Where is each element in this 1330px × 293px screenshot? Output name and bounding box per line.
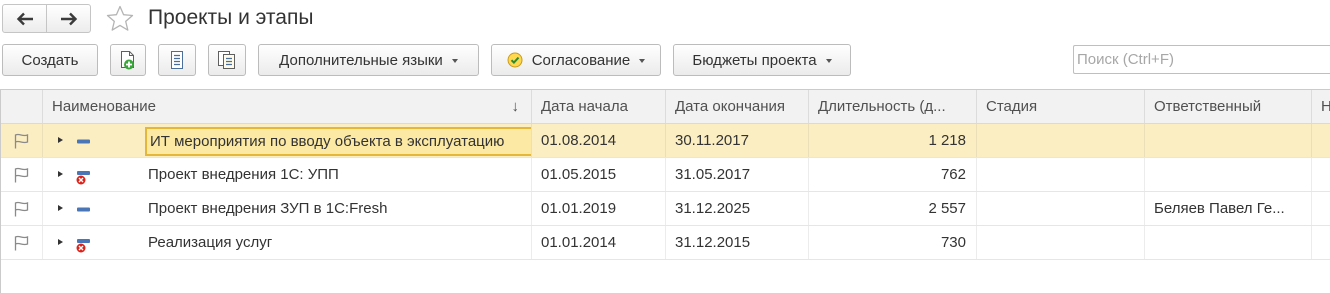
duration-cell[interactable]: 1 218 bbox=[809, 124, 977, 157]
add-group-button[interactable] bbox=[110, 44, 146, 76]
flag-cell[interactable] bbox=[1, 158, 43, 191]
arrow-right-icon bbox=[60, 12, 77, 25]
copy-documents-icon bbox=[218, 51, 235, 69]
sort-descending-icon: ↓ bbox=[511, 98, 520, 115]
name-cell[interactable]: ИТ мероприятия по вводу объекта в эксплу… bbox=[43, 124, 532, 157]
header-name[interactable]: Наименование ↓ bbox=[43, 90, 532, 123]
flag-icon bbox=[13, 167, 31, 183]
table-header: Наименование ↓ Дата начала Дата окончани… bbox=[1, 90, 1330, 124]
chevron-down-icon bbox=[451, 59, 458, 63]
name-cell[interactable]: Проект внедрения 1С: УПП bbox=[43, 158, 532, 191]
stage-cell[interactable] bbox=[977, 192, 1145, 225]
create-button-label: Создать bbox=[21, 51, 79, 69]
end-date-cell[interactable]: 30.11.2017 bbox=[666, 124, 809, 157]
stage-cell[interactable] bbox=[977, 124, 1145, 157]
start-date-cell[interactable]: 01.08.2014 bbox=[532, 124, 666, 157]
navigation-buttons bbox=[2, 4, 91, 33]
responsible-cell[interactable]: Беляев Павел Ге... bbox=[1145, 192, 1312, 225]
chevron-down-icon bbox=[825, 59, 832, 63]
header-flag-column[interactable] bbox=[1, 90, 43, 123]
start-date-cell[interactable]: 01.05.2015 bbox=[532, 158, 666, 191]
end-date-cell[interactable]: 31.05.2017 bbox=[666, 158, 809, 191]
name-cell[interactable]: Проект внедрения ЗУП в 1С:Fresh bbox=[43, 192, 532, 225]
header-end-date[interactable]: Дата окончания bbox=[666, 90, 809, 123]
flag-cell[interactable] bbox=[1, 192, 43, 225]
add-document-icon bbox=[121, 51, 134, 70]
flag-icon bbox=[13, 133, 31, 149]
approval-label: Согласование bbox=[531, 51, 631, 69]
duration-cell[interactable]: 2 557 bbox=[809, 192, 977, 225]
project-budgets-label: Бюджеты проекта bbox=[692, 51, 817, 69]
flag-icon bbox=[13, 201, 31, 217]
duration-cell[interactable]: 730 bbox=[809, 226, 977, 259]
additional-languages-label: Дополнительные языки bbox=[279, 51, 443, 69]
favorite-star-button[interactable] bbox=[106, 5, 134, 33]
approval-check-icon bbox=[507, 52, 523, 68]
name-cell[interactable]: Реализация услуг bbox=[43, 226, 532, 259]
name-value: Проект внедрения ЗУП в 1С:Fresh bbox=[148, 200, 388, 217]
start-date-cell[interactable]: 01.01.2019 bbox=[532, 192, 666, 225]
copy-button[interactable] bbox=[208, 44, 246, 76]
list-view-button[interactable] bbox=[158, 44, 196, 76]
header-stage[interactable]: Стадия bbox=[977, 90, 1145, 123]
flag-cell[interactable] bbox=[1, 124, 43, 157]
flag-icon bbox=[13, 235, 31, 251]
additional-languages-dropdown[interactable]: Дополнительные языки bbox=[258, 44, 479, 76]
stage-cell[interactable] bbox=[977, 226, 1145, 259]
table-row[interactable]: ИТ мероприятия по вводу объекта в эксплу… bbox=[1, 124, 1330, 158]
header-start-date[interactable]: Дата начала bbox=[532, 90, 666, 123]
header-duration[interactable]: Длительность (д... bbox=[809, 90, 977, 123]
header-name-label: Наименование bbox=[52, 98, 156, 115]
forward-button[interactable] bbox=[46, 5, 90, 32]
page-title: Проекты и этапы bbox=[148, 6, 314, 29]
duration-cell[interactable]: 762 bbox=[809, 158, 977, 191]
name-value: Проект внедрения 1С: УПП bbox=[148, 166, 339, 183]
name-value: ИТ мероприятия по вводу объекта в эксплу… bbox=[145, 127, 531, 156]
table-row[interactable]: Проект внедрения 1С: УПП 01.05.2015 31.0… bbox=[1, 158, 1330, 192]
flag-cell[interactable] bbox=[1, 226, 43, 259]
responsible-cell[interactable] bbox=[1145, 124, 1312, 157]
star-outline-icon bbox=[106, 5, 134, 31]
approval-dropdown[interactable]: Согласование bbox=[491, 44, 661, 76]
stage-cell[interactable] bbox=[977, 158, 1145, 191]
responsible-cell[interactable] bbox=[1145, 226, 1312, 259]
header-responsible[interactable]: Ответственный bbox=[1145, 90, 1312, 123]
table-row[interactable]: Реализация услуг 01.01.2014 31.12.2015 7… bbox=[1, 226, 1330, 260]
name-value: Реализация услуг bbox=[148, 234, 273, 251]
end-date-cell[interactable]: 31.12.2015 bbox=[666, 226, 809, 259]
header-extra[interactable]: Н bbox=[1312, 90, 1330, 123]
list-document-icon bbox=[171, 51, 183, 69]
create-button[interactable]: Создать bbox=[2, 44, 98, 76]
responsible-cell[interactable] bbox=[1145, 158, 1312, 191]
table-row[interactable]: Проект внедрения ЗУП в 1С:Fresh 01.01.20… bbox=[1, 192, 1330, 226]
back-button[interactable] bbox=[3, 5, 46, 32]
projects-table: Наименование ↓ Дата начала Дата окончани… bbox=[0, 89, 1330, 293]
end-date-cell[interactable]: 31.12.2025 bbox=[666, 192, 809, 225]
search-input[interactable] bbox=[1073, 45, 1330, 74]
arrow-left-icon bbox=[16, 12, 33, 25]
start-date-cell[interactable]: 01.01.2014 bbox=[532, 226, 666, 259]
chevron-down-icon bbox=[639, 59, 646, 63]
project-budgets-dropdown[interactable]: Бюджеты проекта bbox=[673, 44, 851, 76]
